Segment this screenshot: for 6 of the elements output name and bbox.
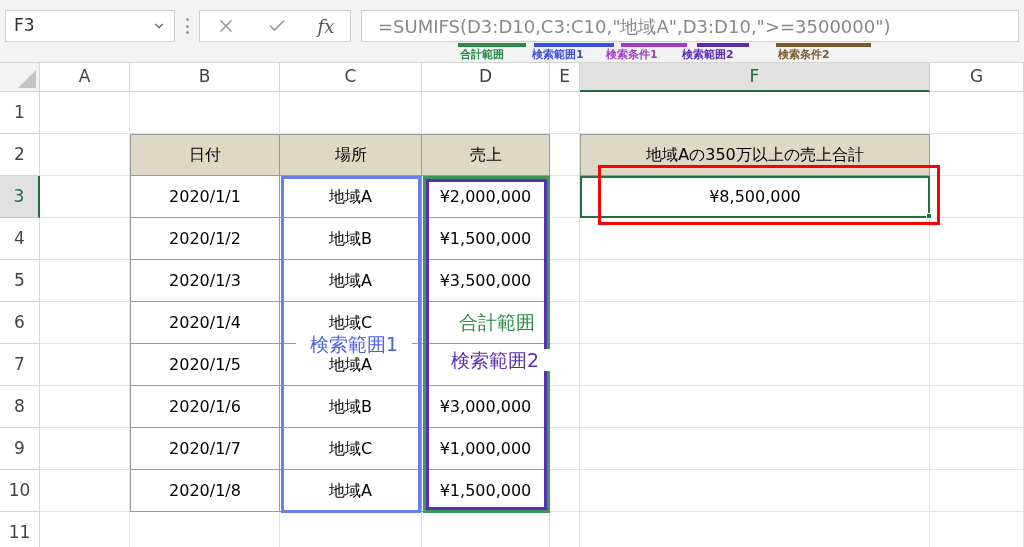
annotation-label: 合計範囲 [460,48,504,62]
range-label-tooltip: 検索範囲1 [296,333,412,355]
annotation-label: 検索範囲1 [532,48,584,62]
annotation-label: 検索条件1 [606,48,658,62]
annotation-label: 検索条件2 [778,48,830,62]
annotation-label: 検索範囲2 [682,48,734,62]
